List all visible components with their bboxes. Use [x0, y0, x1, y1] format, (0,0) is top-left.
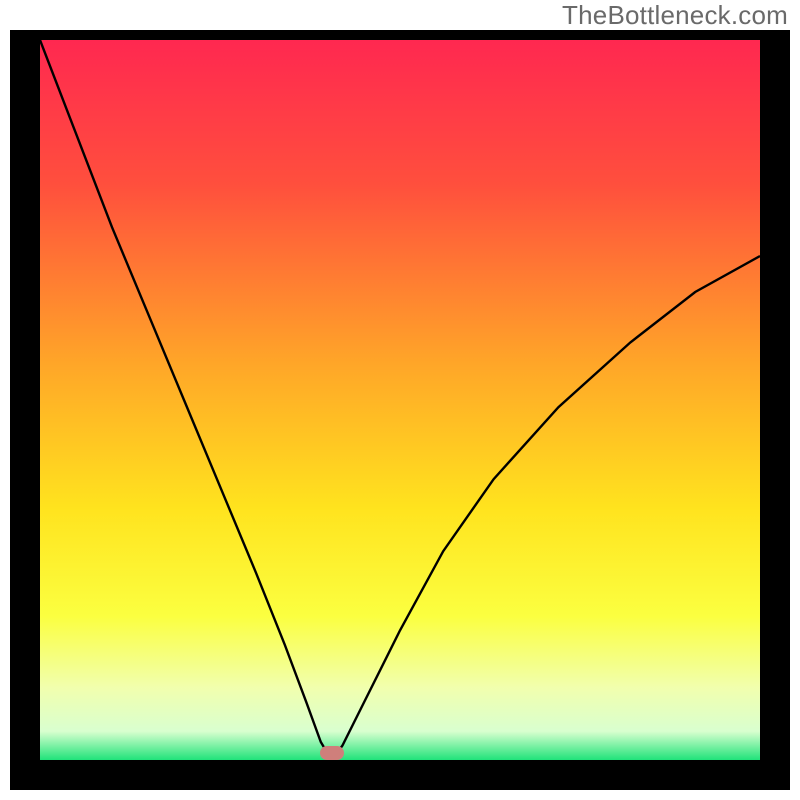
curve-path	[40, 40, 760, 760]
minimum-marker	[320, 746, 344, 760]
plot-outer-border	[10, 30, 790, 790]
bottleneck-curve	[40, 40, 760, 760]
chart-frame: TheBottleneck.com	[0, 0, 800, 800]
plot-gradient-panel	[40, 40, 760, 760]
watermark-text: TheBottleneck.com	[562, 0, 788, 31]
